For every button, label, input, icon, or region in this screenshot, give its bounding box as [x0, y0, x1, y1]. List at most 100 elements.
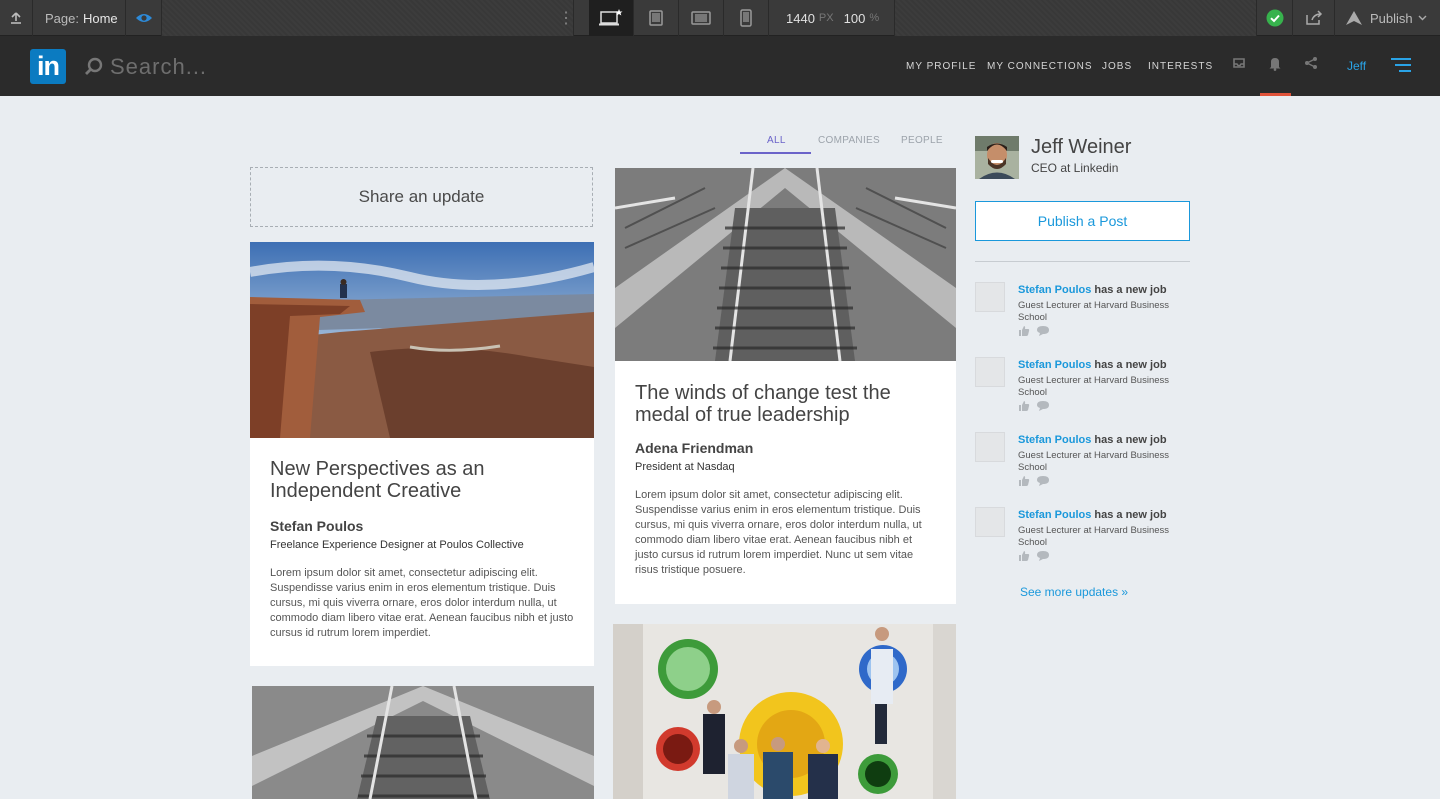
post-card[interactable]: New Perspectives as an Independent Creat…	[250, 242, 594, 666]
bell-icon[interactable]	[1268, 56, 1282, 71]
nav-interests-link[interactable]: INTERESTS	[1148, 61, 1213, 72]
nav-my-profile-link[interactable]: MY PROFILE	[906, 61, 976, 72]
post-title[interactable]: New Perspectives as an Independent Creat…	[270, 458, 574, 502]
nav-my-profile[interactable]: MY PROFILE	[906, 36, 976, 96]
update-actions	[1018, 325, 1050, 337]
publish-icon	[1346, 11, 1362, 25]
toolbar-spacer	[162, 0, 574, 36]
page-label: Page:	[45, 10, 79, 26]
zoom-value: 100	[843, 10, 866, 26]
tablet-landscape-button[interactable]	[634, 0, 679, 36]
thumbs-up-icon[interactable]	[1018, 475, 1030, 487]
share-update-box[interactable]: Share an update	[250, 167, 593, 227]
update-action: has a new job	[1094, 284, 1167, 296]
user-menu-name[interactable]: Jeff	[1347, 59, 1366, 73]
update-action: has a new job	[1094, 359, 1167, 371]
active-tab-underline	[740, 152, 811, 154]
publish-post-button[interactable]: Publish a Post	[975, 201, 1190, 241]
post-author[interactable]: Stefan Poulos	[270, 518, 574, 534]
more-dots-icon[interactable]: ⋮	[556, 0, 576, 36]
hamburger-menu-icon[interactable]	[1391, 58, 1411, 72]
mobile-view-button[interactable]	[724, 0, 769, 36]
publish-menu[interactable]: Publish	[1335, 0, 1440, 36]
page-selector[interactable]: Page: Home	[33, 0, 126, 36]
nav-my-connections[interactable]: MY CONNECTIONS	[987, 36, 1093, 96]
update-item[interactable]: Stefan Poulos has a new job Guest Lectur…	[975, 432, 1190, 502]
toolbar-spacer-right	[895, 0, 1257, 36]
search-input[interactable]	[110, 51, 330, 83]
inbox-icon[interactable]	[1232, 56, 1246, 70]
notifications-indicator	[1260, 93, 1291, 96]
see-more-updates-link[interactable]: See more updates »	[1020, 585, 1128, 599]
search-icon	[85, 57, 103, 75]
upload-icon	[11, 12, 21, 24]
phone-icon	[740, 9, 752, 27]
zoom-unit: %	[869, 12, 880, 24]
nav-jobs[interactable]: JOBS	[1102, 36, 1132, 96]
export-icon	[1305, 10, 1322, 25]
thumbs-up-icon[interactable]	[1018, 325, 1030, 337]
tab-all[interactable]: ALL	[767, 135, 786, 146]
update-action: has a new job	[1094, 434, 1167, 446]
post-excerpt: Lorem ipsum dolor sit amet, consectetur …	[635, 489, 922, 576]
update-thumbnail	[975, 282, 1005, 312]
chevron-down-icon	[1418, 15, 1427, 21]
export-button[interactable]	[1293, 0, 1335, 36]
profile-name[interactable]: Jeff Weiner	[1031, 136, 1131, 159]
update-description: Guest Lecturer at Harvard Business Schoo…	[1018, 375, 1170, 398]
comment-icon[interactable]	[1036, 400, 1050, 412]
update-action: has a new job	[1094, 509, 1167, 521]
nav-my-connections-link[interactable]: MY CONNECTIONS	[987, 61, 1093, 72]
tablet-portrait-button[interactable]	[679, 0, 724, 36]
desktop-view-button[interactable]	[589, 0, 634, 36]
canvas-size-readout: 1440 PX 100 %	[770, 0, 895, 36]
comment-icon[interactable]	[1036, 325, 1050, 337]
update-actions	[1018, 550, 1050, 562]
nav-interests[interactable]: INTERESTS	[1148, 36, 1213, 96]
update-person-link[interactable]: Stefan Poulos	[1018, 509, 1091, 521]
avatar[interactable]	[975, 136, 1019, 179]
eye-icon	[135, 14, 152, 22]
post-title[interactable]: The winds of change test the medal of tr…	[635, 382, 936, 426]
landscape-icon	[691, 11, 711, 25]
railway-photo	[252, 686, 594, 799]
update-headline: Stefan Poulos has a new job	[1018, 359, 1167, 371]
update-headline: Stefan Poulos has a new job	[1018, 284, 1167, 296]
sidebar-divider	[975, 261, 1190, 262]
update-actions	[1018, 475, 1050, 487]
linkedin-logo[interactable]: in	[30, 49, 66, 84]
tab-companies[interactable]: COMPANIES	[818, 135, 880, 146]
railway-photo	[615, 168, 956, 361]
update-description: Guest Lecturer at Harvard Business Schoo…	[1018, 450, 1170, 473]
nav-jobs-link[interactable]: JOBS	[1102, 61, 1132, 72]
upload-button[interactable]	[0, 0, 33, 36]
thumbs-up-icon[interactable]	[1018, 400, 1030, 412]
update-item[interactable]: Stefan Poulos has a new job Guest Lectur…	[975, 507, 1190, 577]
canyon-photo	[250, 242, 594, 438]
tab-people[interactable]: PEOPLE	[901, 135, 943, 146]
tablet-icon	[649, 10, 663, 26]
update-person-link[interactable]: Stefan Poulos	[1018, 359, 1091, 371]
update-headline: Stefan Poulos has a new job	[1018, 509, 1167, 521]
thumbs-up-icon[interactable]	[1018, 550, 1030, 562]
post-card[interactable]	[252, 686, 594, 799]
editor-toolbar: Page: Home ⋮ 1440 PX 100 % Publish	[0, 0, 1440, 36]
comment-icon[interactable]	[1036, 475, 1050, 487]
update-person-link[interactable]: Stefan Poulos	[1018, 284, 1091, 296]
post-author[interactable]: Adena Friendman	[635, 440, 936, 456]
post-card[interactable]	[613, 624, 956, 799]
update-headline: Stefan Poulos has a new job	[1018, 434, 1167, 446]
comment-icon[interactable]	[1036, 550, 1050, 562]
update-person-link[interactable]: Stefan Poulos	[1018, 434, 1091, 446]
post-excerpt: Lorem ipsum dolor sit amet, consectetur …	[270, 567, 574, 639]
preview-button[interactable]	[126, 0, 162, 36]
share-icon[interactable]	[1304, 56, 1318, 70]
update-item[interactable]: Stefan Poulos has a new job Guest Lectur…	[975, 282, 1190, 352]
publish-label: Publish	[1370, 10, 1413, 26]
update-actions	[1018, 400, 1050, 412]
check-circle-icon	[1266, 9, 1283, 27]
status-check[interactable]	[1257, 0, 1293, 36]
update-item[interactable]: Stefan Poulos has a new job Guest Lectur…	[975, 357, 1190, 427]
desktop-star-icon	[599, 9, 623, 26]
post-card[interactable]: The winds of change test the medal of tr…	[615, 168, 956, 604]
